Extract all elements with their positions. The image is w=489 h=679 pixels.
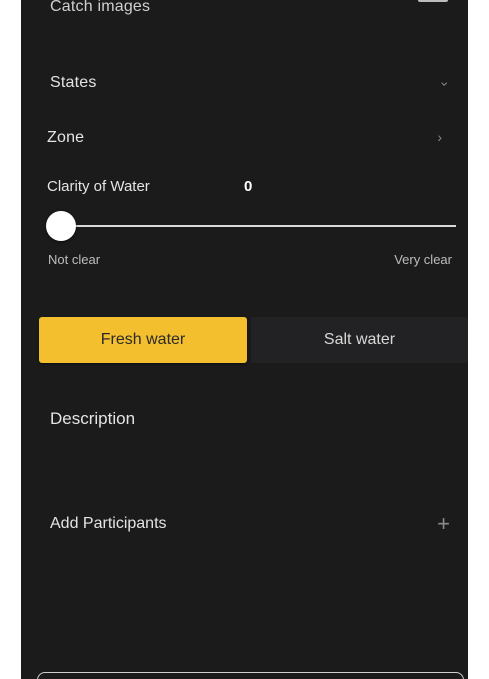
clarity-slider-thumb[interactable] xyxy=(46,211,76,241)
clarity-slider-track[interactable] xyxy=(61,225,456,227)
catch-images-row[interactable]: Catch images xyxy=(21,0,468,26)
zone-label: Zone xyxy=(47,129,85,146)
chevron-right-icon: › xyxy=(437,129,442,145)
slider-max-label: Very clear xyxy=(394,252,452,267)
bottom-button[interactable] xyxy=(37,672,464,679)
zone-row[interactable]: Zone › xyxy=(21,117,468,157)
form-screen: Catch images States › Zone › Clarity of … xyxy=(21,0,468,679)
salt-water-button[interactable]: Salt water xyxy=(251,317,468,363)
description-field[interactable]: Description xyxy=(50,409,135,429)
image-icon[interactable] xyxy=(418,0,448,2)
plus-icon[interactable]: + xyxy=(437,513,450,535)
states-label: States xyxy=(50,74,97,91)
clarity-value: 0 xyxy=(244,178,253,195)
catch-images-label: Catch images xyxy=(50,0,151,15)
clarity-label: Clarity of Water xyxy=(47,178,150,195)
add-participants-label[interactable]: Add Participants xyxy=(50,515,167,533)
chevron-down-icon: › xyxy=(437,81,454,87)
fresh-water-button[interactable]: Fresh water xyxy=(39,317,247,363)
slider-min-label: Not clear xyxy=(48,252,101,267)
water-type-segmented-control: Fresh water Salt water xyxy=(37,317,468,365)
states-row[interactable]: States › xyxy=(21,62,468,102)
